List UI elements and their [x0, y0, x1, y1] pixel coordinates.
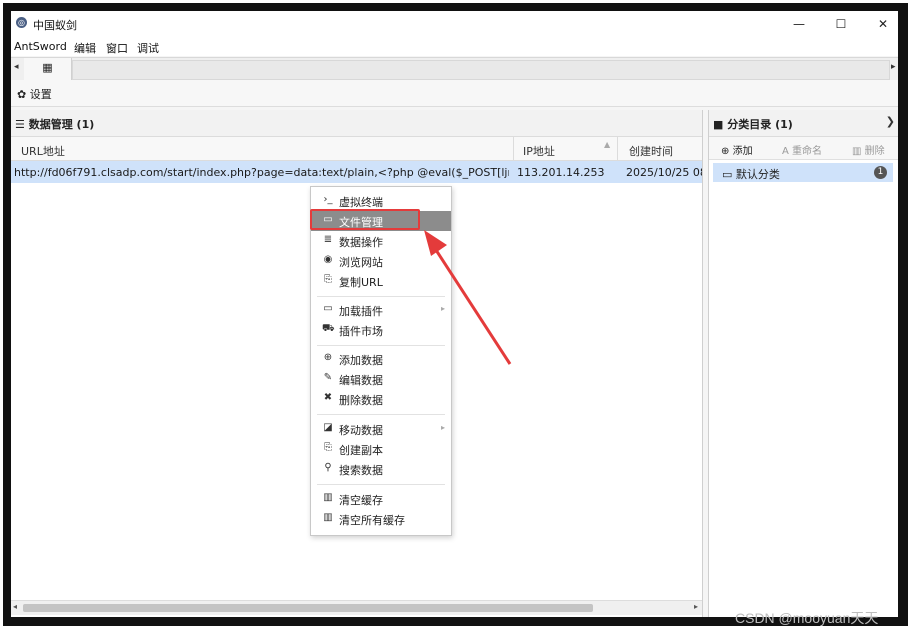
annotation-arrow-head	[424, 230, 447, 256]
annotation-arrow-shaft	[434, 249, 512, 365]
annotation-arrow	[424, 230, 512, 365]
watermark: CSDN @mooyuan天天	[735, 610, 879, 626]
